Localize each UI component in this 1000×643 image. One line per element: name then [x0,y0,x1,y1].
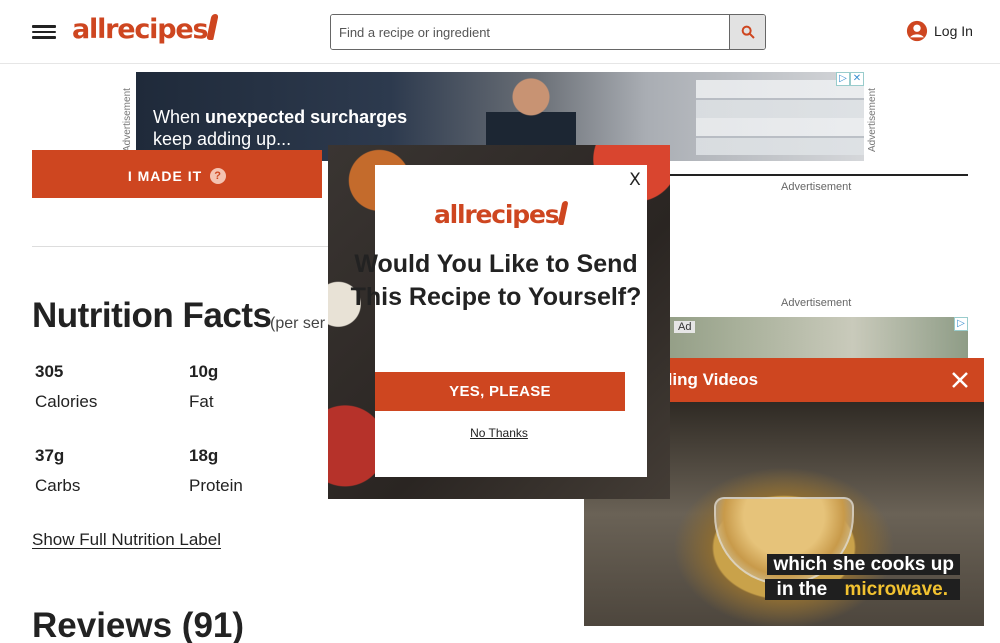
advertisement-label-rc1: Advertisement [781,181,852,193]
no-thanks-link[interactable]: No Thanks [328,426,670,440]
adchoices-icon[interactable]: ▷ ✕ [836,72,864,86]
reviews-heading: Reviews (91) [32,606,245,643]
right-column-rule [670,174,968,176]
search-icon [741,25,755,39]
send-recipe-modal: X allrecipes Would You Like to Send This… [328,145,670,499]
protein-label: Protein [189,476,243,495]
video-caption-line1: which she cooks up [584,554,984,576]
calories-label: Calories [35,392,98,411]
modal-logo: allrecipes [434,200,569,229]
ad-shelf-image [696,80,864,155]
video-title: ding Videos [662,370,759,389]
advertisement-label-rc2: Advertisement [781,297,852,309]
fat-value: 10g [189,362,219,381]
video-caption-line2: in the microwave. [584,579,984,601]
i-made-it-button[interactable]: I MADE IT ? [32,150,322,198]
right-adchoices-icon[interactable]: ▷ [954,317,968,331]
modal-close-button[interactable]: X [627,170,643,190]
search-input[interactable] [331,15,729,49]
account-icon [906,20,928,42]
search-button[interactable] [729,15,765,49]
advertisement-label-left: Advertisement [122,88,133,152]
fat-label: Fat [189,392,214,411]
modal-question: Would You Like to Send This Recipe to Yo… [350,250,642,311]
search-bar [330,14,766,50]
allrecipes-logo[interactable]: allrecipes [72,14,220,45]
login-label: Log In [934,23,973,39]
i-made-it-label: I MADE IT [127,168,203,184]
ad-tag: Ad [674,321,696,333]
close-icon[interactable] [950,370,970,390]
hamburger-menu-icon[interactable] [32,22,56,42]
carbs-value: 37g [35,446,65,465]
advertisement-label-right: Advertisement [867,88,878,152]
login-link[interactable]: Log In [906,20,973,42]
ad-headline: When unexpected surcharges keep adding u… [153,107,408,149]
yes-please-button[interactable]: YES, PLEASE [375,372,625,411]
nutrition-facts-subtitle: (per ser [270,315,326,332]
protein-value: 18g [189,446,219,465]
carbs-label: Carbs [35,476,81,495]
help-icon[interactable]: ? [210,168,227,184]
show-full-nutrition-link[interactable]: Show Full Nutrition Label [32,530,221,550]
site-header: allrecipes Log In [0,0,1000,64]
calories-value: 305 [35,362,64,381]
nutrition-facts-title: Nutrition Facts [32,296,272,335]
